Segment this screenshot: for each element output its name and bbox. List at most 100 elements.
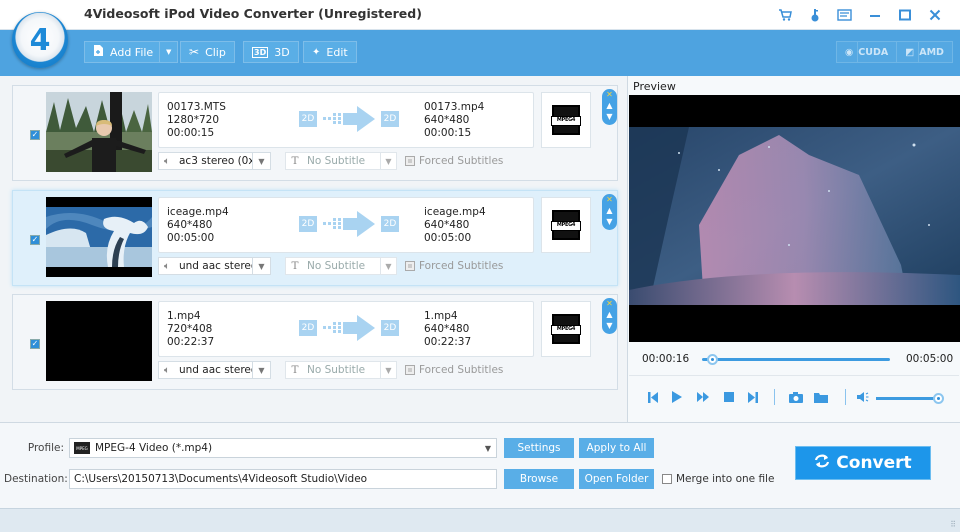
resize-grip-icon[interactable]: ⠿: [950, 520, 956, 529]
conversion-info[interactable]: iceage.mp4 640*480 00:05:00 2D 2D iceage…: [158, 197, 534, 253]
refresh-icon: [814, 453, 830, 473]
checkbox-icon: [662, 474, 672, 484]
chevron-down-icon[interactable]: ▼: [380, 153, 396, 169]
forced-subtitles-checkbox[interactable]: Forced Subtitles: [405, 260, 503, 272]
speaker-icon: 🔈︎: [164, 364, 170, 376]
playback-controls: [642, 389, 870, 405]
add-file-dropdown-icon[interactable]: ▼: [159, 42, 177, 62]
settings-button[interactable]: Settings: [504, 438, 574, 458]
fast-forward-icon[interactable]: [690, 392, 716, 402]
skip-back-icon[interactable]: [642, 391, 664, 403]
conversion-arrow: 2D 2D: [299, 210, 399, 238]
chevron-down-icon[interactable]: ▼: [252, 153, 270, 169]
clip-button[interactable]: ✂ Clip: [180, 41, 235, 63]
chevron-down-icon[interactable]: ▼: [252, 362, 270, 378]
stop-icon[interactable]: [716, 392, 742, 402]
merge-checkbox[interactable]: Merge into one file: [662, 473, 774, 485]
video-preview[interactable]: [629, 95, 960, 342]
mpeg4-format-icon: MPEG4: [551, 105, 581, 135]
minimize-icon[interactable]: [860, 5, 890, 25]
file-item[interactable]: ✓ 1.mp4 720*408 00:22:37 2D 2D 1.mp4 640…: [12, 294, 618, 390]
conversion-arrow: 2D 2D: [299, 314, 399, 342]
video-thumbnail: [46, 92, 152, 172]
input-mode-badge: 2D: [299, 111, 317, 127]
file-checkbox[interactable]: ✓: [30, 130, 40, 140]
play-icon[interactable]: [664, 391, 690, 403]
mpeg4-format-icon: MPEG4: [551, 210, 581, 240]
audio-track-select[interactable]: 🔈︎ ac3 stereo (0x ▼: [158, 152, 271, 170]
file-checkbox[interactable]: ✓: [30, 339, 40, 349]
text-icon: T: [291, 364, 299, 376]
amd-button[interactable]: ◩ AMD: [896, 42, 952, 62]
file-item[interactable]: ✓ 00173.MTS 1280*720 00:00:15 2D 2D 0017…: [12, 85, 618, 181]
seek-handle[interactable]: [706, 354, 718, 365]
edit-button[interactable]: ✦ Edit: [303, 41, 357, 63]
seek-slider[interactable]: [702, 354, 890, 365]
chevron-down-icon[interactable]: ▼: [380, 362, 396, 378]
text-icon: T: [291, 260, 299, 272]
checkbox-icon: [405, 261, 415, 271]
source-info: 00173.MTS 1280*720 00:00:15: [167, 101, 226, 139]
item-controls: ✕ ▲ ▼: [602, 298, 617, 334]
destination-input[interactable]: [69, 469, 497, 489]
output-info: 1.mp4 640*480 00:22:37: [424, 310, 472, 348]
preview-label: Preview: [633, 80, 676, 93]
forced-subtitles-checkbox[interactable]: Forced Subtitles: [405, 364, 503, 376]
file-checkbox[interactable]: ✓: [30, 235, 40, 245]
volume-icon[interactable]: [856, 392, 870, 402]
move-up-icon[interactable]: ▲: [602, 205, 617, 216]
snapshot-icon[interactable]: [785, 391, 807, 403]
profile-select[interactable]: MPEG MPEG-4 Video (*.mp4) ▼: [69, 438, 497, 458]
move-up-icon[interactable]: ▲: [602, 309, 617, 320]
arrow-icon: [323, 315, 375, 341]
remove-icon[interactable]: ✕: [602, 194, 617, 205]
audio-track-select[interactable]: 🔈︎ und aac stereo ▼: [158, 257, 271, 275]
forced-subtitles-checkbox[interactable]: Forced Subtitles: [405, 155, 503, 167]
speaker-icon: 🔈︎: [164, 260, 170, 272]
input-mode-badge: 2D: [299, 320, 317, 336]
maximize-icon[interactable]: [890, 5, 920, 25]
conversion-arrow: 2D 2D: [299, 105, 399, 133]
skip-forward-icon[interactable]: [742, 391, 764, 403]
remove-icon[interactable]: ✕: [602, 298, 617, 309]
feedback-icon[interactable]: [830, 5, 860, 25]
move-down-icon[interactable]: ▼: [602, 216, 617, 227]
add-file-button[interactable]: Add File ▼: [84, 41, 179, 63]
open-folder-button[interactable]: Open Folder: [579, 469, 654, 489]
output-format-button[interactable]: MPEG4: [541, 197, 591, 253]
open-folder-icon[interactable]: [807, 392, 835, 403]
destination-label: Destination:: [4, 473, 68, 485]
mpeg4-format-icon: MPEG4: [551, 314, 581, 344]
cart-icon[interactable]: [770, 5, 800, 25]
subtitle-select[interactable]: T No Subtitle ▼: [285, 257, 397, 275]
input-mode-badge: 2D: [299, 216, 317, 232]
move-up-icon[interactable]: ▲: [602, 100, 617, 111]
file-item[interactable]: ✓ iceage.mp4 640*480 00:05:00 2D 2D icea…: [12, 190, 618, 286]
subtitle-select[interactable]: T No Subtitle ▼: [285, 152, 397, 170]
chevron-down-icon[interactable]: ▼: [480, 444, 496, 453]
browse-button[interactable]: Browse: [504, 469, 574, 489]
key-icon[interactable]: [800, 5, 830, 25]
move-down-icon[interactable]: ▼: [602, 111, 617, 122]
move-down-icon[interactable]: ▼: [602, 320, 617, 331]
chevron-down-icon[interactable]: ▼: [380, 258, 396, 274]
volume-handle[interactable]: [933, 393, 944, 404]
apply-to-all-button[interactable]: Apply to All: [579, 438, 654, 458]
3d-button[interactable]: 3D 3D: [243, 41, 299, 63]
chevron-down-icon[interactable]: ▼: [252, 258, 270, 274]
conversion-info[interactable]: 1.mp4 720*408 00:22:37 2D 2D 1.mp4 640*4…: [158, 301, 534, 357]
volume-slider[interactable]: [876, 393, 944, 404]
audio-track-select[interactable]: 🔈︎ und aac stereo ▼: [158, 361, 271, 379]
separator: [845, 389, 846, 405]
status-bar: ⠿: [0, 508, 960, 532]
subtitle-select[interactable]: T No Subtitle ▼: [285, 361, 397, 379]
conversion-info[interactable]: 00173.MTS 1280*720 00:00:15 2D 2D 00173.…: [158, 92, 534, 148]
output-format-button[interactable]: MPEG4: [541, 301, 591, 357]
output-format-button[interactable]: MPEG4: [541, 92, 591, 148]
convert-button[interactable]: Convert: [795, 446, 931, 480]
close-icon[interactable]: [920, 5, 950, 25]
arrow-icon: [323, 106, 375, 132]
cuda-button[interactable]: ◉ CUDA: [837, 42, 896, 62]
output-info: iceage.mp4 640*480 00:05:00: [424, 206, 486, 244]
remove-icon[interactable]: ✕: [602, 89, 617, 100]
